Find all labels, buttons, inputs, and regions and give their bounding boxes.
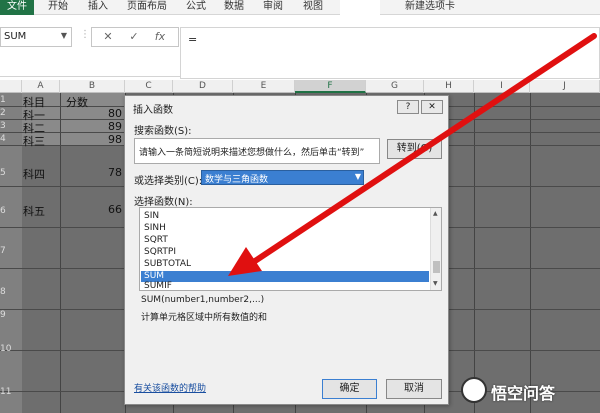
cell-b4[interactable]: 98 — [90, 133, 122, 146]
column-header-i[interactable]: I — [474, 80, 530, 93]
row-header-5[interactable]: 5 — [0, 168, 22, 178]
formula-input[interactable]: = — [180, 27, 600, 79]
column-header-d[interactable]: D — [173, 80, 233, 93]
grid-line — [474, 93, 475, 413]
tab-insert[interactable]: 插入 — [84, 0, 112, 15]
ribbon-blank-tab — [340, 0, 380, 15]
function-item-sqrtpi[interactable]: SQRTPI — [141, 247, 429, 258]
column-header-e[interactable]: E — [233, 80, 295, 93]
separator-icon: ⋮ — [80, 29, 90, 40]
cell-a5[interactable]: 科四 — [23, 166, 45, 182]
cell-b2[interactable]: 80 — [90, 107, 122, 120]
tab-review[interactable]: 审阅 — [259, 0, 287, 15]
goto-button[interactable]: 转到(G) — [387, 139, 442, 159]
cancel-icon[interactable]: ✕ — [98, 29, 118, 45]
column-header-a[interactable]: A — [22, 80, 60, 93]
insert-function-icon[interactable]: fx — [150, 29, 170, 45]
column-header-j[interactable]: J — [530, 80, 600, 93]
cell-a4[interactable]: 科三 — [23, 133, 45, 149]
enter-icon[interactable]: ✓ — [124, 29, 144, 45]
watermark-text: 悟空问答 — [491, 384, 556, 403]
ribbon-tab-bar: 文件 开始 插入 页面布局 公式 数据 审阅 视图 新建选项卡 — [0, 0, 600, 15]
ok-button[interactable]: 确定 — [322, 379, 377, 399]
row-header-10[interactable]: 10 — [0, 344, 22, 354]
formula-bar: SUM ▼ ⋮ ✕ ✓ fx = — [0, 15, 600, 79]
cell-b6[interactable]: 66 — [90, 203, 122, 216]
formula-text: = — [188, 33, 198, 46]
function-description: 计算单元格区域中所有数值的和 — [141, 313, 268, 323]
tab-home[interactable]: 开始 — [44, 0, 72, 15]
function-list-scrollbar[interactable]: ▲ ▼ — [430, 208, 441, 290]
function-item-sinh[interactable]: SINH — [141, 223, 429, 234]
row-header-1[interactable]: 1 — [0, 95, 22, 105]
tab-view[interactable]: 视图 — [299, 0, 327, 15]
insert-function-dialog: 插入函数 ? ✕ 搜索函数(S): 请输入一条简短说明来描述您想做什么，然后单击… — [124, 95, 449, 405]
search-input-text: 请输入一条简短说明来描述您想做什么，然后单击“转到” — [139, 148, 365, 158]
function-item-sin[interactable]: SIN — [141, 211, 429, 222]
tab-page-layout[interactable]: 页面布局 — [122, 0, 172, 15]
scrollbar-thumb[interactable] — [433, 261, 440, 273]
column-header-h[interactable]: H — [424, 80, 474, 93]
row-header-8[interactable]: 8 — [0, 287, 22, 297]
help-button[interactable]: ? — [397, 100, 419, 114]
scroll-up-icon[interactable]: ▲ — [433, 210, 438, 217]
grid-line — [530, 93, 531, 413]
function-item-sumif[interactable]: SUMIF — [141, 281, 429, 292]
row-header-9[interactable]: 9 — [0, 310, 22, 320]
row-header-3[interactable]: 3 — [0, 121, 22, 131]
search-function-input[interactable]: 请输入一条简短说明来描述您想做什么，然后单击“转到” — [134, 138, 380, 164]
function-signature: SUM(number1,number2,...) — [141, 295, 265, 305]
category-value: 数学与三角函数 — [205, 175, 269, 185]
column-header-b[interactable]: B — [60, 80, 125, 93]
category-select[interactable]: 数学与三角函数 ▼ — [201, 170, 364, 185]
row-header-11[interactable]: 11 — [0, 387, 22, 397]
wukong-logo-icon — [461, 377, 487, 403]
chevron-down-icon[interactable]: ▼ — [355, 172, 361, 181]
row-header-6[interactable]: 6 — [0, 206, 22, 216]
function-item-subtotal[interactable]: SUBTOTAL — [141, 259, 429, 270]
column-header-f[interactable]: F — [295, 80, 366, 93]
formula-tools: ✕ ✓ fx — [91, 27, 179, 47]
grid-line — [60, 93, 61, 413]
column-header-c[interactable]: C — [125, 80, 173, 93]
tab-file[interactable]: 文件 — [0, 0, 34, 15]
cell-b1[interactable]: 分数 — [66, 94, 88, 110]
row-header-7[interactable]: 7 — [0, 246, 22, 256]
chevron-down-icon[interactable]: ▼ — [61, 31, 67, 40]
tab-formulas[interactable]: 公式 — [182, 0, 210, 15]
scroll-down-icon[interactable]: ▼ — [433, 280, 438, 287]
column-header-g[interactable]: G — [366, 80, 424, 93]
function-list-label: 选择函数(N): — [134, 197, 193, 208]
select-all-corner[interactable] — [0, 80, 22, 93]
close-button[interactable]: ✕ — [421, 100, 443, 114]
cell-a6[interactable]: 科五 — [23, 203, 45, 219]
row-header-2[interactable]: 2 — [0, 108, 22, 118]
name-box-value: SUM — [4, 31, 27, 42]
function-list[interactable]: SIN SINH SQRT SQRTPI SUBTOTAL SUM SUMIF … — [139, 207, 442, 291]
column-headers: A B C D E F G H I J — [0, 80, 600, 93]
row-header-4[interactable]: 4 — [0, 134, 22, 144]
cell-b3[interactable]: 89 — [90, 120, 122, 133]
cancel-button[interactable]: 取消 — [386, 379, 442, 399]
tab-new[interactable]: 新建选项卡 — [398, 0, 462, 15]
function-item-sqrt[interactable]: SQRT — [141, 235, 429, 246]
category-label: 或选择类别(C): — [134, 176, 203, 187]
cell-b5[interactable]: 78 — [90, 166, 122, 179]
function-help-link[interactable]: 有关该函数的帮助 — [134, 381, 206, 394]
search-label: 搜索函数(S): — [134, 126, 192, 137]
watermark: 悟空问答 — [457, 372, 600, 408]
tab-data[interactable]: 数据 — [220, 0, 248, 15]
dialog-title: 插入函数 — [133, 105, 173, 116]
name-box[interactable]: SUM ▼ — [0, 27, 72, 47]
